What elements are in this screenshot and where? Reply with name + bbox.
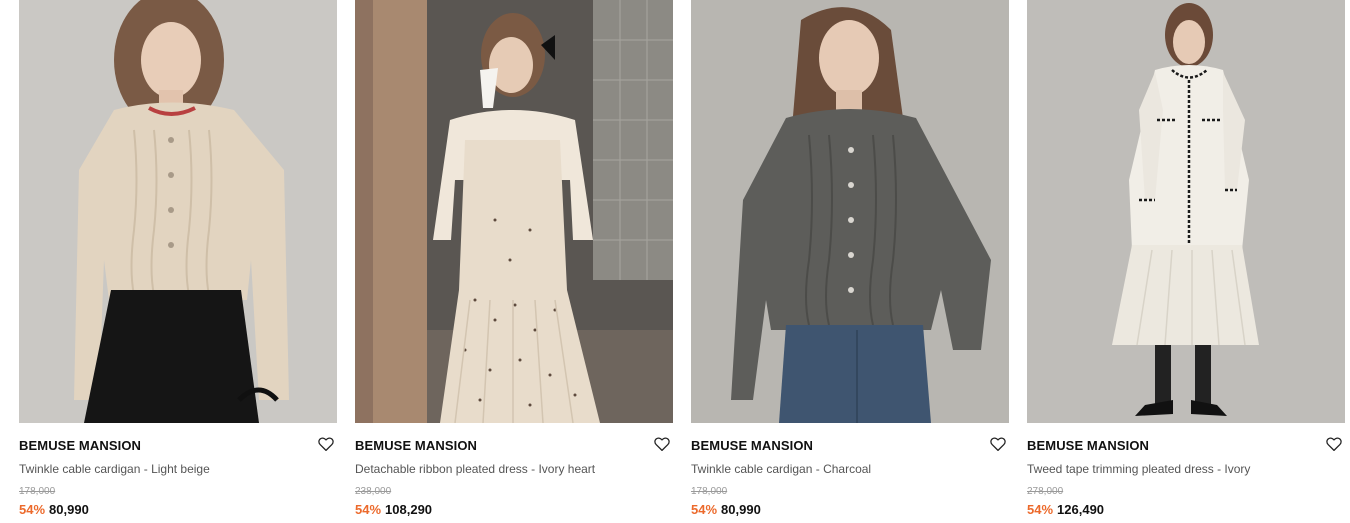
- discount-rate: 54%: [355, 502, 382, 517]
- price-row: 54% 80,990: [19, 502, 89, 517]
- product-card[interactable]: BEMUSE MANSION Detachable ribbon pleated…: [355, 0, 673, 523]
- sale-price: 108,290: [385, 502, 433, 517]
- price-row: 54% 80,990: [691, 502, 761, 517]
- sale-price: 80,990: [49, 502, 89, 517]
- brand-name[interactable]: BEMUSE MANSION: [355, 438, 477, 453]
- product-image[interactable]: [19, 0, 337, 423]
- product-image[interactable]: [355, 0, 673, 423]
- price-row: 54% 108,290: [355, 502, 432, 517]
- sale-price: 126,490: [1057, 502, 1105, 517]
- discount-rate: 54%: [691, 502, 718, 517]
- product-image[interactable]: [1027, 0, 1345, 423]
- product-name[interactable]: Tweed tape trimming pleated dress - Ivor…: [1027, 462, 1250, 476]
- heart-outline-icon[interactable]: [1325, 435, 1343, 453]
- heart-outline-icon[interactable]: [653, 435, 671, 453]
- original-price: 278,000: [1027, 486, 1064, 497]
- product-name[interactable]: Twinkle cable cardigan - Charcoal: [691, 462, 871, 476]
- product-card[interactable]: BEMUSE MANSION Twinkle cable cardigan - …: [19, 0, 337, 523]
- brand-name[interactable]: BEMUSE MANSION: [19, 438, 141, 453]
- discount-rate: 54%: [19, 502, 46, 517]
- discount-rate: 54%: [1027, 502, 1054, 517]
- product-card[interactable]: BEMUSE MANSION Twinkle cable cardigan - …: [691, 0, 1009, 523]
- product-name[interactable]: Twinkle cable cardigan - Light beige: [19, 462, 210, 476]
- heart-outline-icon[interactable]: [317, 435, 335, 453]
- sale-price: 80,990: [721, 502, 761, 517]
- product-name[interactable]: Detachable ribbon pleated dress - Ivory …: [355, 462, 595, 476]
- product-image[interactable]: [691, 0, 1009, 423]
- original-price: 238,000: [355, 486, 392, 497]
- product-grid: BEMUSE MANSION Twinkle cable cardigan - …: [19, 0, 1345, 523]
- price-row: 54% 126,490: [1027, 502, 1104, 517]
- product-card[interactable]: BEMUSE MANSION Tweed tape trimming pleat…: [1027, 0, 1345, 523]
- brand-name[interactable]: BEMUSE MANSION: [1027, 438, 1149, 453]
- original-price: 178,000: [691, 486, 728, 497]
- original-price: 178,000: [19, 486, 56, 497]
- heart-outline-icon[interactable]: [989, 435, 1007, 453]
- brand-name[interactable]: BEMUSE MANSION: [691, 438, 813, 453]
